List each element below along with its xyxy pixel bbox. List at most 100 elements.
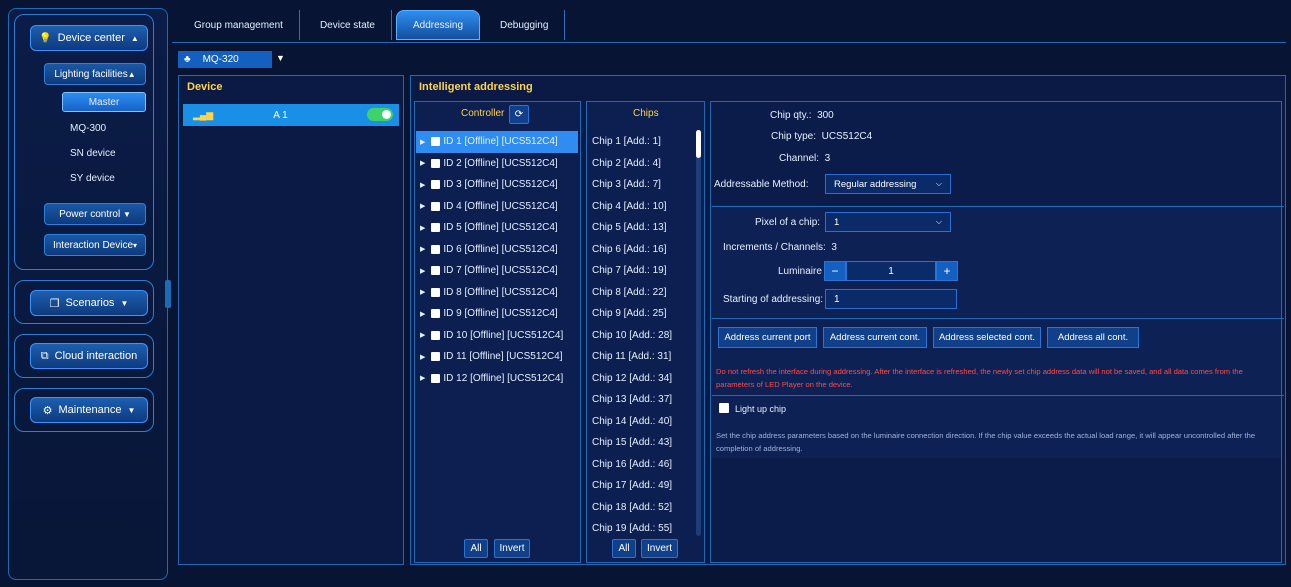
addressing-note: Set the chip address parameters based on… [716,431,1256,453]
device-selector[interactable]: ♣ MQ-320 [178,51,272,68]
controller-checkbox[interactable] [431,352,441,362]
expand-arrow-icon[interactable]: ▶ [420,245,425,253]
controller-checkbox[interactable] [431,330,441,340]
controller-checkbox[interactable] [431,373,441,383]
cloud-interaction-button[interactable]: ⧉ Cloud interaction [30,343,148,369]
expand-arrow-icon[interactable]: ▶ [420,224,425,232]
lighting-facilities-button[interactable]: Lighting facilities ▲ [44,63,146,85]
chips-invert-button[interactable]: Invert [641,539,678,558]
tab-debugging[interactable]: Debugging [484,10,566,40]
controller-row[interactable]: ▶ ID 10 [Offline] [UCS512C4] [416,325,578,347]
controller-checkbox[interactable] [431,309,441,319]
controller-row[interactable]: ▶ ID 3 [Offline] [UCS512C4] [416,174,578,196]
controller-row[interactable]: ▶ ID 11 [Offline] [UCS512C4] [416,346,578,368]
controller-checkbox[interactable] [431,158,441,168]
caret-up-icon: ▲ [130,33,139,43]
expand-arrow-icon[interactable]: ▶ [420,288,425,296]
device-row[interactable]: ▂▄▆ A 1 [183,104,399,126]
expand-arrow-icon[interactable]: ▶ [420,181,425,189]
controller-row[interactable]: ▶ ID 12 [Offline] [UCS512C4] [416,368,578,390]
controller-row[interactable]: ▶ ID 4 [Offline] [UCS512C4] [416,196,578,218]
controller-row[interactable]: ▶ ID 9 [Offline] [UCS512C4] [416,303,578,325]
chip-row[interactable]: Chip 4 [Add.: 10] [592,196,692,218]
expand-arrow-icon[interactable]: ▶ [420,331,425,339]
controller-row[interactable]: ▶ ID 2 [Offline] [UCS512C4] [416,153,578,175]
luminaire-decrement-button[interactable]: − [824,261,846,281]
chip-row[interactable]: Chip 1 [Add.: 1] [592,131,692,153]
chip-row[interactable]: Chip 19 [Add.: 55] [592,518,692,537]
sidebar-item-sy-device[interactable]: SY device [62,168,146,188]
chip-row[interactable]: Chip 8 [Add.: 22] [592,282,692,304]
tab-addressing[interactable]: Addressing [395,10,481,40]
controller-invert-button[interactable]: Invert [494,539,530,558]
address-current-port-button[interactable]: Address current port [718,327,817,348]
chip-row[interactable]: Chip 17 [Add.: 49] [592,475,692,497]
chevron-down-icon[interactable]: ▼ [276,53,285,63]
address-selected-cont-button[interactable]: Address selected cont. [933,327,1041,348]
controller-row[interactable]: ▶ ID 6 [Offline] [UCS512C4] [416,239,578,261]
chip-row[interactable]: Chip 3 [Add.: 7] [592,174,692,196]
light-up-checkbox[interactable] [719,403,729,413]
controller-row[interactable]: ▶ ID 7 [Offline] [UCS512C4] [416,260,578,282]
address-all-cont-button[interactable]: Address all cont. [1047,327,1139,348]
expand-arrow-icon[interactable]: ▶ [420,267,425,275]
chip-row[interactable]: Chip 16 [Add.: 46] [592,454,692,476]
sidebar-item-master[interactable]: Master [62,92,146,112]
chips-all-button[interactable]: All [612,539,636,558]
chip-row[interactable]: Chip 11 [Add.: 31] [592,346,692,368]
controller-checkbox[interactable] [431,244,441,254]
controller-label: ID 11 [Offline] [UCS512C4] [443,351,563,363]
controller-all-button[interactable]: All [464,539,488,558]
interaction-device-button[interactable]: Interaction Device ▾ [44,234,146,256]
luminaire-increment-button[interactable]: + [936,261,958,281]
controller-checkbox[interactable] [431,223,441,233]
chip-row[interactable]: Chip 6 [Add.: 16] [592,239,692,261]
luminaire-input[interactable]: 1 [846,261,936,281]
controller-checkbox[interactable] [431,137,441,147]
expand-arrow-icon[interactable]: ▶ [420,159,425,167]
chip-scroll-thumb[interactable] [696,130,701,158]
chip-row[interactable]: Chip 2 [Add.: 4] [592,153,692,175]
controller-row[interactable]: ▶ ID 5 [Offline] [UCS512C4] [416,217,578,239]
controller-checkbox[interactable] [431,201,441,211]
expand-arrow-icon[interactable]: ▶ [420,138,425,146]
tab-group-management[interactable]: Group management [178,10,300,40]
pixel-select[interactable]: 1 ⌵ [825,212,951,232]
chip-row[interactable]: Chip 13 [Add.: 37] [592,389,692,411]
chip-row[interactable]: Chip 7 [Add.: 19] [592,260,692,282]
sidebar-item-sn-device[interactable]: SN device [62,143,146,163]
sidebar-item-mq300[interactable]: MQ-300 [62,118,146,138]
expand-arrow-icon[interactable]: ▶ [420,310,425,318]
chip-scrollbar[interactable] [696,130,701,536]
maintenance-icon: ⚙ [42,404,53,417]
chip-row[interactable]: Chip 12 [Add.: 34] [592,368,692,390]
power-control-button[interactable]: Power control ▼ [44,203,146,225]
controller-row[interactable]: ▶ ID 1 [Offline] [UCS512C4] [416,131,578,153]
tab-device-state[interactable]: Device state [304,10,392,40]
controller-row[interactable]: ▶ ID 8 [Offline] [UCS512C4] [416,282,578,304]
scenarios-button[interactable]: ❐ Scenarios ▼ [30,290,148,316]
chip-row[interactable]: Chip 14 [Add.: 40] [592,411,692,433]
expand-arrow-icon[interactable]: ▶ [420,353,425,361]
controller-checkbox[interactable] [431,180,441,190]
start-address-input[interactable]: 1 [825,289,957,309]
address-current-cont-button[interactable]: Address current cont. [823,327,927,348]
refresh-icon: ⟳ [514,109,524,120]
expand-arrow-icon[interactable]: ▶ [420,374,425,382]
chip-row[interactable]: Chip 18 [Add.: 52] [592,497,692,519]
controller-checkbox[interactable] [431,266,441,276]
device-toggle[interactable] [367,108,393,121]
chip-label: Chip 17 [Add.: 49] [592,480,673,492]
expand-arrow-icon[interactable]: ▶ [420,202,425,210]
controller-checkbox[interactable] [431,287,441,297]
chip-row[interactable]: Chip 9 [Add.: 25] [592,303,692,325]
maintenance-button[interactable]: ⚙ Maintenance ▼ [30,397,148,423]
refresh-button[interactable]: ⟳ [509,105,529,124]
sidebar-collapse-handle[interactable] [165,280,171,308]
chip-row[interactable]: Chip 10 [Add.: 28] [592,325,692,347]
device-center-button[interactable]: 💡 Device center ▲ [30,25,148,51]
addressing-method-select[interactable]: Regular addressing ⌵ [825,174,951,194]
top-tabs: Group management Device state Addressing… [178,8,566,42]
chip-row[interactable]: Chip 5 [Add.: 13] [592,217,692,239]
chip-row[interactable]: Chip 15 [Add.: 43] [592,432,692,454]
